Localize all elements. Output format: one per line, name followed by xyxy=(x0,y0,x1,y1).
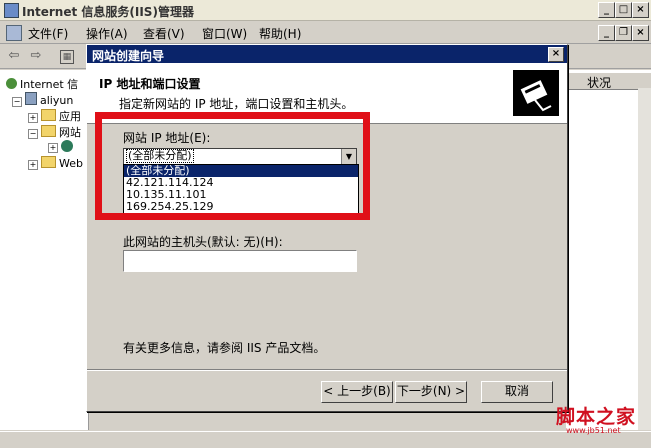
header-title: IP 地址和端口设置 xyxy=(99,77,201,91)
website-wizard-dialog: 网站创建向导 × IP 地址和端口设置 指定新网站的 IP 地址，端口设置和主机… xyxy=(86,44,568,412)
info-text: 有关更多信息，请参阅 IIS 产品文档。 xyxy=(123,341,326,355)
dialog-title-bar: 网站创建向导 × xyxy=(87,45,567,63)
child-restore-button[interactable]: ❐ xyxy=(615,25,632,41)
minimize-button[interactable]: _ xyxy=(598,2,615,18)
menu-file[interactable]: 文件(F) xyxy=(28,25,68,42)
globe-icon xyxy=(61,140,73,152)
expand-icon[interactable]: + xyxy=(28,113,38,123)
collapse-icon[interactable]: − xyxy=(12,97,22,107)
back-button[interactable]: < 上一步(B) xyxy=(321,381,393,403)
divider xyxy=(87,369,567,371)
back-arrow-icon[interactable]: ⇦ xyxy=(6,48,22,64)
vertical-scrollbar[interactable] xyxy=(638,88,651,430)
wizard-icon xyxy=(513,70,559,116)
status-bar xyxy=(0,431,651,448)
maximize-button[interactable]: □ xyxy=(615,2,632,18)
menu-bar: 文件(F) 操作(A) 查看(V) 窗口(W) 帮助(H) _ ❐ × xyxy=(0,21,651,44)
expand-icon[interactable]: + xyxy=(28,160,38,170)
highlight-frame xyxy=(95,112,370,220)
tree-item-default-site[interactable]: + xyxy=(48,140,73,153)
child-close-button[interactable]: × xyxy=(632,25,649,41)
menu-help[interactable]: 帮助(H) xyxy=(259,25,301,42)
close-button[interactable]: × xyxy=(632,2,649,18)
tree-pane: Internet 信 − aliyun + 应用 − 网站 + + Web xyxy=(0,70,89,430)
mmc-icon xyxy=(6,25,22,41)
watermark-url: www.jb51.net xyxy=(566,426,621,435)
child-minimize-button[interactable]: _ xyxy=(598,25,615,41)
tree-item-web-ext[interactable]: + Web xyxy=(28,156,83,170)
tree-server[interactable]: − aliyun xyxy=(12,92,73,107)
next-button[interactable]: 下一步(N) > xyxy=(395,381,467,403)
tree-item-app-pools[interactable]: + 应用 xyxy=(28,108,81,124)
menu-window[interactable]: 窗口(W) xyxy=(202,25,247,42)
show-tree-icon[interactable]: ▦ xyxy=(60,50,74,64)
folder-icon xyxy=(41,109,56,121)
main-title-bar: Internet 信息服务(IIS)管理器 _ □ × xyxy=(0,0,651,21)
tree-root[interactable]: Internet 信 xyxy=(6,76,78,92)
server-icon xyxy=(25,92,37,105)
cancel-button[interactable]: 取消 xyxy=(481,381,553,403)
header-subtitle: 指定新网站的 IP 地址，端口设置和主机头。 xyxy=(119,97,354,111)
app-icon xyxy=(4,3,19,18)
dialog-close-button[interactable]: × xyxy=(548,47,564,62)
menu-view[interactable]: 查看(V) xyxy=(143,25,185,42)
folder-icon xyxy=(41,156,56,168)
watermark-logo: 脚本之家 xyxy=(556,406,637,428)
expand-icon[interactable]: + xyxy=(48,143,58,153)
window-title: Internet 信息服务(IIS)管理器 xyxy=(22,5,194,19)
collapse-icon[interactable]: − xyxy=(28,129,38,139)
tree-item-websites[interactable]: − 网站 xyxy=(28,124,81,140)
menu-action[interactable]: 操作(A) xyxy=(86,25,128,42)
folder-open-icon xyxy=(41,125,56,137)
host-header-label: 此网站的主机头(默认: 无)(H): xyxy=(123,235,283,249)
host-header-input[interactable] xyxy=(123,250,357,272)
forward-arrow-icon[interactable]: ⇨ xyxy=(28,48,44,64)
iis-icon xyxy=(6,78,17,89)
dialog-title: 网站创建向导 xyxy=(92,49,165,63)
